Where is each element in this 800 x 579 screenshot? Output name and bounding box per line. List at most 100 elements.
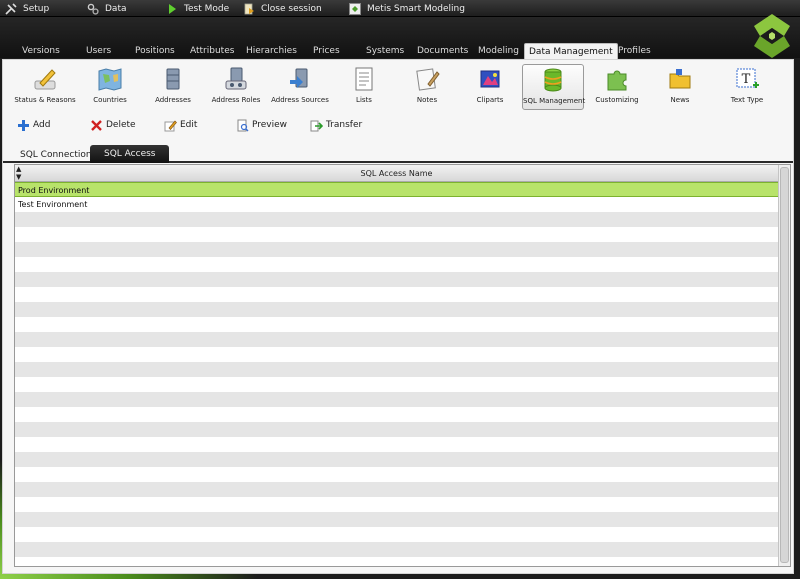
tab-modeling[interactable]: Modeling bbox=[478, 43, 519, 59]
empty-row[interactable] bbox=[15, 362, 778, 377]
empty-row[interactable] bbox=[15, 467, 778, 482]
ribbon-label: Addresses bbox=[155, 96, 191, 104]
empty-row[interactable] bbox=[15, 242, 778, 257]
delete-label: Delete bbox=[106, 120, 136, 130]
wrench-icon bbox=[5, 2, 17, 15]
add-label: Add bbox=[33, 120, 51, 130]
app-label: Metis Smart Modeling bbox=[367, 3, 465, 14]
ribbon-lists[interactable]: Lists bbox=[333, 64, 395, 110]
empty-row[interactable] bbox=[15, 437, 778, 452]
setup-label: Setup bbox=[23, 3, 50, 14]
empty-row[interactable] bbox=[15, 257, 778, 272]
ribbon-label: Lists bbox=[356, 96, 372, 104]
tab-users[interactable]: Users bbox=[86, 43, 111, 59]
preview-icon bbox=[236, 119, 249, 132]
folder-icon bbox=[669, 69, 691, 89]
empty-row[interactable] bbox=[15, 422, 778, 437]
transfer-button[interactable]: Transfer bbox=[310, 116, 362, 134]
empty-row[interactable] bbox=[15, 512, 778, 527]
add-button[interactable]: Add bbox=[17, 116, 50, 134]
empty-row[interactable] bbox=[15, 317, 778, 332]
ribbon-cliparts[interactable]: Cliparts bbox=[459, 64, 521, 110]
ribbon-notes[interactable]: Notes bbox=[396, 64, 458, 110]
empty-row[interactable] bbox=[15, 332, 778, 347]
data-menu[interactable]: Data bbox=[87, 0, 127, 17]
subtab-sql-access[interactable]: SQL Access bbox=[90, 145, 170, 163]
edit-button[interactable]: Edit bbox=[164, 116, 197, 134]
data-label: Data bbox=[105, 3, 127, 14]
action-toolbar: Add Delete Edit Preview Transfer bbox=[3, 116, 793, 134]
tab-attributes[interactable]: Attributes bbox=[190, 43, 234, 59]
list-icon bbox=[355, 67, 373, 91]
empty-row[interactable] bbox=[15, 212, 778, 227]
test-mode-menu[interactable]: Test Mode bbox=[166, 0, 229, 17]
play-icon bbox=[166, 3, 178, 15]
ribbon-customizing[interactable]: Customizing bbox=[586, 64, 648, 110]
empty-row[interactable] bbox=[15, 482, 778, 497]
ribbon-label: Cliparts bbox=[476, 96, 504, 104]
column-header-sql-access-name[interactable]: ▲ ▼ SQL Access Name bbox=[15, 165, 778, 182]
ribbon-sql-management[interactable]: SQL Management bbox=[522, 64, 585, 110]
ribbon-label: Customizing bbox=[595, 96, 639, 104]
preview-button[interactable]: Preview bbox=[236, 116, 287, 134]
vertical-scrollbar[interactable] bbox=[778, 165, 790, 566]
empty-row[interactable] bbox=[15, 302, 778, 317]
close-session-label: Close session bbox=[261, 3, 322, 14]
empty-row[interactable] bbox=[15, 227, 778, 242]
tab-hierarchies[interactable]: Hierarchies bbox=[246, 43, 297, 59]
close-session-menu[interactable]: Close session bbox=[243, 0, 322, 17]
empty-row[interactable] bbox=[15, 542, 778, 557]
plus-icon bbox=[17, 119, 30, 132]
sort-icon[interactable]: ▲ ▼ bbox=[16, 165, 21, 181]
delete-x-icon bbox=[90, 119, 103, 132]
empty-row[interactable] bbox=[15, 407, 778, 422]
ribbon-address-sources[interactable]: Address Sources bbox=[269, 64, 331, 110]
empty-row[interactable] bbox=[15, 497, 778, 512]
table-row[interactable]: Prod Environment bbox=[15, 182, 778, 197]
test-mode-label: Test Mode bbox=[184, 3, 230, 14]
clipart-icon bbox=[480, 70, 500, 88]
ribbon-label: Text Type bbox=[730, 96, 764, 104]
tab-systems[interactable]: Systems bbox=[366, 43, 404, 59]
empty-row[interactable] bbox=[15, 557, 778, 566]
sql-database-icon bbox=[544, 68, 562, 92]
setup-menu[interactable]: Setup bbox=[5, 0, 49, 17]
ribbon-news[interactable]: News bbox=[649, 64, 711, 110]
empty-row[interactable] bbox=[15, 377, 778, 392]
ribbon-text-type[interactable]: T Text Type bbox=[716, 64, 778, 110]
subtab-sql-connections[interactable]: SQL Connections bbox=[20, 147, 96, 163]
empty-row[interactable] bbox=[15, 347, 778, 362]
tab-documents[interactable]: Documents bbox=[417, 43, 468, 59]
app-menu[interactable]: Metis Smart Modeling bbox=[349, 0, 465, 17]
tab-versions[interactable]: Versions bbox=[22, 43, 60, 59]
ribbon-address-roles[interactable]: Address Roles bbox=[205, 64, 267, 110]
sub-tabs: SQL Connections SQL Access bbox=[3, 145, 793, 163]
document-icon bbox=[243, 3, 255, 15]
scrollbar-thumb[interactable] bbox=[780, 167, 789, 563]
table-row[interactable]: Test Environment bbox=[15, 197, 778, 212]
ribbon-countries[interactable]: Countries bbox=[79, 64, 141, 110]
tab-prices[interactable]: Prices bbox=[313, 43, 340, 59]
pen-icon bbox=[34, 69, 56, 90]
ribbon-status-reasons[interactable]: Status & Reasons bbox=[14, 64, 76, 110]
empty-row[interactable] bbox=[15, 527, 778, 542]
ribbon-label: Status & Reasons bbox=[14, 96, 76, 104]
ribbon-label: Address Sources bbox=[271, 96, 329, 104]
tab-profiles[interactable]: Profiles bbox=[618, 43, 651, 59]
empty-row[interactable] bbox=[15, 452, 778, 467]
ribbon-addresses[interactable]: Addresses bbox=[142, 64, 204, 110]
ribbon-label: Notes bbox=[416, 96, 438, 104]
empty-row[interactable] bbox=[15, 287, 778, 302]
top-menu-bar: Setup Data Test Mode Close session Metis… bbox=[0, 0, 800, 17]
edit-label: Edit bbox=[180, 120, 198, 130]
text-type-icon: T bbox=[736, 68, 759, 88]
grid-rows: Prod Environment Test Environment bbox=[15, 182, 778, 566]
tab-positions[interactable]: Positions bbox=[135, 43, 175, 59]
empty-row[interactable] bbox=[15, 272, 778, 287]
ribbon-label: Address Roles bbox=[211, 96, 261, 104]
tab-data-management[interactable]: Data Management bbox=[524, 43, 618, 60]
delete-button[interactable]: Delete bbox=[90, 116, 136, 134]
empty-row[interactable] bbox=[15, 392, 778, 407]
cogs-icon bbox=[87, 3, 99, 15]
ribbon-label: Countries bbox=[93, 96, 127, 104]
